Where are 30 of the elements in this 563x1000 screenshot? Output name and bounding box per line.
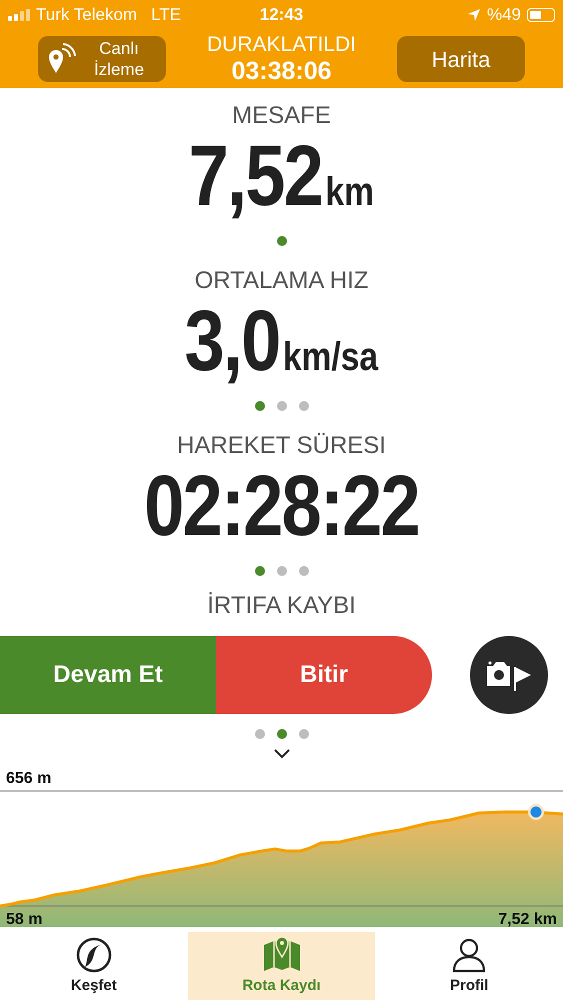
axis-label: 7,52 km [498, 910, 557, 930]
axis-label: 58 m [6, 910, 42, 930]
metric-value: 7,52 [188, 130, 322, 222]
tab-bar-item[interactable]: Rota Kaydı [188, 932, 376, 1000]
clock-time: 12:43 [258, 4, 304, 26]
map-button[interactable]: Harita [396, 36, 525, 82]
carrier-name: Turk Telekom [36, 4, 138, 26]
compass-swirl-icon [76, 936, 112, 972]
location-signal-icon [48, 43, 76, 75]
resume-button[interactable]: Devam Et [0, 636, 216, 714]
metric-unit: km/sa [283, 334, 378, 381]
metric-label: ORTALAMA HIZ [194, 267, 368, 295]
elapsed-time: 03:38:06 [231, 57, 332, 85]
metric-value: 3,0 [184, 295, 280, 387]
location-arrow-icon [466, 8, 481, 22]
recording-state: DURAKLATILDI [207, 33, 356, 57]
metric-unit: km [326, 169, 374, 216]
axis-label: 656 m [6, 769, 52, 789]
signal-icon [8, 9, 32, 21]
metric-value: 02:28:22 [144, 460, 419, 552]
live-tracking-button[interactable]: Canlı İzleme [38, 36, 166, 82]
metric-label: MESAFE [232, 102, 331, 130]
network-type: LTE [151, 4, 182, 26]
metric-label: İRTIFA KAYBI [207, 592, 356, 620]
metric-label: HAREKET SÜRESI [177, 432, 386, 460]
chevron-down-icon[interactable] [274, 749, 290, 759]
battery-icon [527, 8, 555, 22]
battery-percent: %49 [486, 4, 521, 26]
finish-button[interactable]: Bitir [216, 636, 432, 714]
person-icon [452, 936, 486, 972]
